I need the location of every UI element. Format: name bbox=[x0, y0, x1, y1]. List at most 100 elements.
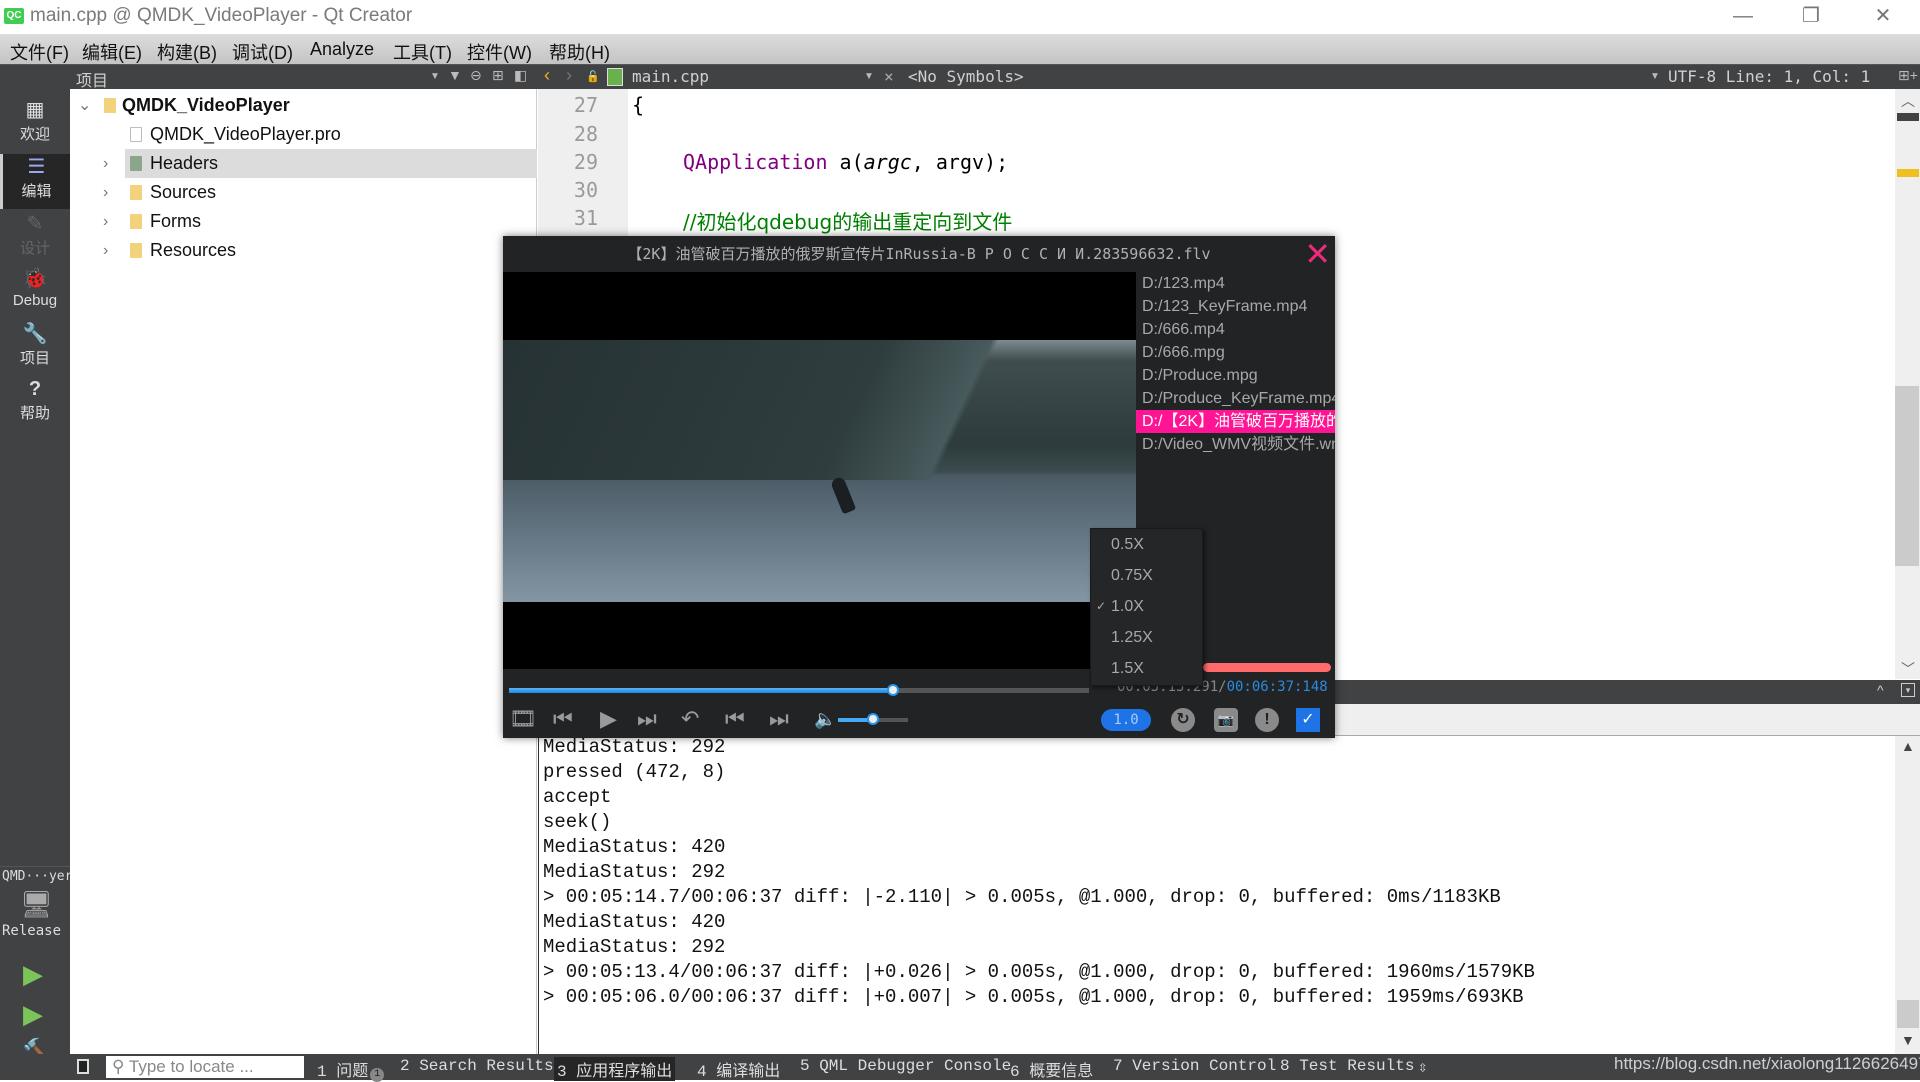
speed-option-selected[interactable]: ✓ 1.0X bbox=[1091, 591, 1204, 622]
chevron-right-icon[interactable]: › bbox=[103, 149, 108, 178]
mode-debug[interactable]: 🐞 Debug bbox=[0, 266, 70, 321]
menu-build[interactable]: 构建(B) bbox=[157, 39, 217, 65]
tab-issues[interactable]: 1 问题 1 bbox=[317, 1057, 385, 1082]
menu-widgets[interactable]: 控件(W) bbox=[467, 39, 532, 65]
scroll-up-icon[interactable]: ▲ bbox=[1901, 738, 1915, 754]
locator-input[interactable]: ⚲ Type to locate ... bbox=[106, 1056, 304, 1078]
editor-scrollbar[interactable]: ︿ ﹀ bbox=[1895, 89, 1920, 679]
speed-option[interactable]: 0.75X bbox=[1091, 560, 1204, 591]
kit-project-name[interactable]: QMD···yer bbox=[2, 869, 72, 884]
code-line[interactable]: { bbox=[632, 93, 644, 117]
refresh-icon[interactable]: ↻ bbox=[1171, 708, 1195, 732]
menu-debug[interactable]: 调试(D) bbox=[232, 39, 293, 65]
checkbox-button[interactable]: ✓ bbox=[1296, 708, 1320, 732]
collapse-pane-icon[interactable]: ^ bbox=[1877, 682, 1884, 698]
mode-edit[interactable]: ☰ 编辑 bbox=[0, 154, 70, 209]
camera-icon[interactable]: 📷 bbox=[1214, 708, 1238, 732]
tab-search-results[interactable]: 2 Search Results bbox=[400, 1057, 554, 1075]
debug-run-button[interactable]: ▶ bbox=[23, 999, 43, 1030]
tab-qml-debugger-console[interactable]: 5 QML Debugger Console bbox=[800, 1057, 1011, 1075]
playlist-item[interactable]: D:/Video_WMV视频文件.wmv bbox=[1136, 433, 1335, 456]
tab-general-messages[interactable]: 6 概要信息 bbox=[1010, 1057, 1093, 1081]
speed-option[interactable]: 1.25X bbox=[1091, 622, 1204, 653]
tree-root[interactable]: ⌄ QMDK_VideoPlayer bbox=[70, 91, 537, 120]
playlist-item[interactable]: D:/Produce.mpg bbox=[1136, 364, 1335, 387]
tab-version-control[interactable]: 7 Version Control bbox=[1113, 1057, 1276, 1075]
fast-forward-icon[interactable]: ⏭ bbox=[637, 706, 657, 732]
close-file-icon[interactable]: × bbox=[884, 67, 894, 86]
tab-compile-output[interactable]: 4 编译输出 bbox=[697, 1057, 780, 1081]
tree-item[interactable]: › Forms bbox=[70, 207, 537, 236]
previous-icon[interactable]: ⏮ bbox=[725, 706, 745, 732]
scroll-thumb[interactable] bbox=[1897, 1000, 1919, 1028]
more-tabs-icon[interactable]: ⇳ bbox=[1418, 1057, 1428, 1077]
chevron-right-icon[interactable]: › bbox=[103, 178, 108, 207]
tab-application-output[interactable]: 3 应用程序输出 bbox=[554, 1057, 676, 1081]
minimize-button[interactable]: — bbox=[1714, 0, 1772, 34]
player-close-button[interactable]: ✕ bbox=[1304, 238, 1331, 270]
maximize-pane-icon[interactable]: ▾ bbox=[1901, 683, 1915, 697]
tree-item[interactable]: › Resources bbox=[70, 236, 537, 265]
chevron-right-icon[interactable]: › bbox=[103, 236, 108, 265]
forward-icon[interactable]: › bbox=[566, 65, 572, 86]
scroll-thumb[interactable] bbox=[1895, 386, 1919, 566]
toggle-sidebar-icon[interactable] bbox=[77, 1059, 89, 1074]
seek-handle[interactable] bbox=[886, 684, 899, 696]
playlist-item-current[interactable]: D:/【2K】油管破百万播放的俄罗斯宣传片 bbox=[1136, 410, 1335, 433]
volume-handle[interactable] bbox=[867, 713, 879, 725]
playlist-item[interactable]: D:/123_KeyFrame.mp4 bbox=[1136, 295, 1335, 318]
run-button[interactable]: ▶ bbox=[23, 959, 43, 990]
mode-welcome[interactable]: ▦ 欢迎 bbox=[0, 97, 70, 152]
menu-edit[interactable]: 编辑(E) bbox=[82, 39, 142, 65]
split-editor-icon[interactable]: ⊞+ bbox=[1898, 67, 1918, 84]
code-comment[interactable]: //初始化qdebug的输出重定向到文件 bbox=[683, 206, 1012, 235]
back-icon[interactable]: ‹ bbox=[544, 65, 550, 86]
scroll-down-icon[interactable]: ﹀ bbox=[1901, 659, 1915, 679]
restore-button[interactable]: ❐ bbox=[1782, 0, 1840, 34]
next-icon[interactable]: ⏭ bbox=[769, 706, 789, 732]
rewind-icon[interactable]: ⏮ bbox=[553, 706, 573, 732]
tree-item[interactable]: › Headers bbox=[103, 149, 537, 178]
pane-dropdown-icon[interactable]: ▼ bbox=[430, 71, 440, 82]
link-icon[interactable]: ⊖ bbox=[470, 67, 482, 84]
filter-icon[interactable]: ▼ bbox=[448, 67, 462, 83]
tab-test-results[interactable]: 8 Test Results bbox=[1280, 1057, 1414, 1075]
speed-option[interactable]: 0.5X bbox=[1091, 529, 1204, 560]
mode-help[interactable]: ? 帮助 bbox=[0, 376, 70, 431]
playlist-item[interactable]: D:/Produce_KeyFrame.mp4 bbox=[1136, 387, 1335, 410]
undo-icon[interactable]: ↶ bbox=[681, 706, 699, 732]
speed-option[interactable]: 1.5X bbox=[1091, 653, 1204, 684]
application-output[interactable]: MediaStatus: 292 pressed (472, 8) accept… bbox=[538, 736, 1895, 1054]
play-icon[interactable]: ▶ bbox=[600, 706, 617, 732]
mode-design[interactable]: ✎ 设计 bbox=[0, 211, 70, 266]
menu-file[interactable]: 文件(F) bbox=[10, 39, 69, 65]
chevron-right-icon[interactable]: › bbox=[103, 207, 108, 236]
split-icon[interactable]: ⊞ bbox=[492, 67, 504, 84]
menu-analyze[interactable]: Analyze bbox=[310, 39, 374, 60]
playlist-item[interactable]: D:/666.mpg bbox=[1136, 341, 1335, 364]
chevron-down-icon[interactable]: ⌄ bbox=[78, 91, 91, 120]
output-scrollbar[interactable]: ▲ ▼ bbox=[1895, 736, 1920, 1054]
video-surface[interactable] bbox=[503, 272, 1136, 669]
cursor-status[interactable]: UTF-8 Line: 1, Col: 1 bbox=[1668, 67, 1870, 86]
code-line[interactable]: QApplication a(argc, argv); bbox=[683, 150, 1008, 174]
tree-item[interactable]: QMDK_VideoPlayer.pro bbox=[70, 120, 537, 149]
playlist-item[interactable]: D:/666.mp4 bbox=[1136, 318, 1335, 341]
info-icon[interactable]: ! bbox=[1255, 708, 1279, 732]
encoding-dropdown-icon[interactable]: ▼ bbox=[1650, 71, 1660, 82]
close-pane-icon[interactable]: ◧ bbox=[514, 67, 527, 84]
playlist-item[interactable]: D:/123.mp4 bbox=[1136, 272, 1335, 295]
volume-icon[interactable]: 🔈 bbox=[814, 706, 836, 732]
symbols-dropdown[interactable]: <No Symbols> bbox=[908, 67, 1024, 86]
scroll-up-icon[interactable]: ︿ bbox=[1901, 91, 1915, 111]
playlist-toggle-icon[interactable]: 🎞 bbox=[509, 706, 537, 732]
tree-item[interactable]: › Sources bbox=[70, 178, 537, 207]
open-file-name[interactable]: main.cpp bbox=[632, 67, 709, 86]
file-dropdown-icon[interactable]: ▼ bbox=[864, 71, 874, 82]
scroll-down-icon[interactable]: ▼ bbox=[1901, 1032, 1915, 1048]
mode-projects[interactable]: 🔧 项目 bbox=[0, 321, 70, 376]
menu-tools[interactable]: 工具(T) bbox=[393, 39, 452, 65]
monitor-icon[interactable]: 🖥 bbox=[20, 889, 53, 920]
close-window-button[interactable]: ✕ bbox=[1854, 0, 1912, 34]
menu-help[interactable]: 帮助(H) bbox=[549, 39, 610, 65]
